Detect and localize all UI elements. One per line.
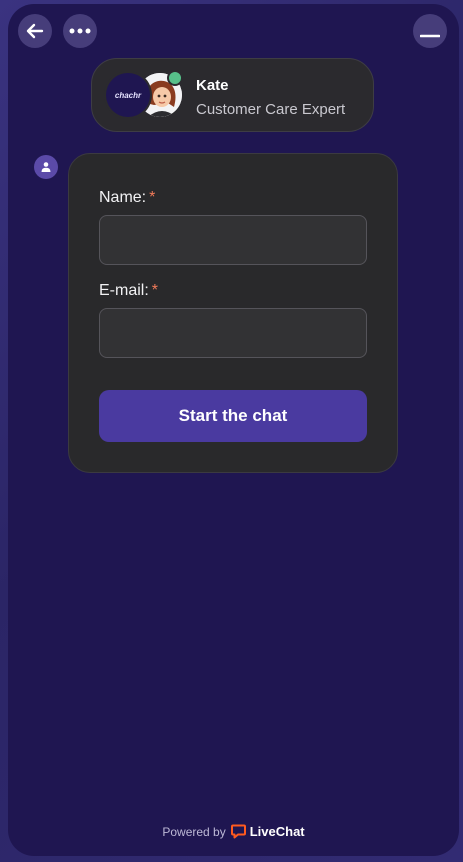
agent-name: Kate [196, 77, 229, 94]
email-label: E-mail: * [99, 282, 158, 300]
agent-role: Customer Care Expert [196, 101, 346, 118]
minimize-icon [420, 34, 440, 38]
email-input[interactable] [99, 308, 367, 358]
back-button[interactable] [18, 14, 52, 48]
required-asterisk: * [149, 189, 156, 206]
name-label-text: Name: [99, 189, 147, 206]
livechat-brand-name: LiveChat [249, 824, 305, 839]
required-asterisk: * [151, 282, 159, 299]
start-chat-button[interactable]: Start the chat [99, 390, 367, 442]
prechat-form: Name: * E-mail: * Start the chat [68, 153, 398, 473]
company-logo-text: chachr [114, 90, 142, 100]
name-label: Name: * [99, 189, 155, 207]
chat-widget: chachr Kate Customer Care Expert Name:* [8, 4, 459, 856]
user-icon [41, 162, 51, 172]
powered-by-text: Powered by [162, 824, 226, 839]
more-dots-icon [69, 28, 91, 34]
agent-card: chachr Kate Customer Care Expert [91, 58, 374, 132]
email-label-text: E-mail: [99, 282, 149, 299]
company-logo: chachr [106, 73, 150, 117]
sender-avatar [34, 155, 58, 179]
minimize-button[interactable] [413, 14, 447, 48]
powered-by-footer: Powered by LiveChat [8, 824, 459, 839]
name-input[interactable] [99, 215, 367, 265]
livechat-link[interactable]: LiveChat [230, 824, 305, 839]
arrow-left-icon [26, 23, 44, 39]
online-status-dot [167, 70, 183, 86]
more-options-button[interactable] [63, 14, 97, 48]
livechat-logo-icon [230, 824, 246, 839]
